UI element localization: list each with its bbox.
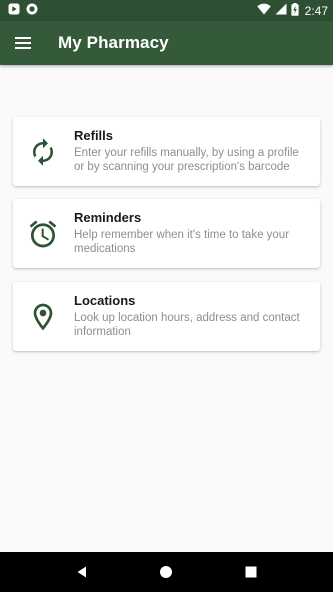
- locations-card[interactable]: Locations Look up location hours, addres…: [13, 282, 320, 351]
- page-title: My Pharmacy: [58, 33, 169, 52]
- reminders-card-description: Help remember when it's time to take you…: [74, 229, 290, 255]
- status-system-icons: 2:47: [256, 2, 328, 19]
- battery-charging-icon: [291, 2, 299, 19]
- status-notifications: [8, 3, 38, 18]
- status-bar: 2:47: [0, 0, 333, 21]
- location-pin-icon: [27, 301, 59, 333]
- refills-card-title: Refills: [74, 128, 114, 143]
- circle-notification-icon: [26, 3, 38, 18]
- recents-icon: [245, 566, 257, 578]
- status-time: 2:47: [304, 3, 328, 18]
- cell-signal-icon: [275, 3, 287, 18]
- home-icon: [160, 566, 173, 578]
- home-button[interactable]: [150, 556, 182, 588]
- reminders-card-title: Reminders: [74, 210, 142, 225]
- locations-card-title: Locations: [74, 293, 136, 308]
- hamburger-menu-icon: [15, 37, 31, 49]
- back-button[interactable]: [66, 556, 98, 588]
- back-icon: [77, 566, 87, 578]
- alarm-clock-icon: [27, 218, 59, 250]
- system-nav-bar: [0, 552, 333, 592]
- reminders-card[interactable]: Reminders Help remember when it's time t…: [13, 199, 320, 268]
- main-content: Refills Enter your refills manually, by …: [0, 65, 333, 552]
- refills-card[interactable]: Refills Enter your refills manually, by …: [13, 117, 320, 186]
- menu-button[interactable]: [11, 31, 35, 55]
- refresh-icon: [27, 136, 59, 168]
- refills-card-description: Enter your refills manually, by using a …: [74, 147, 299, 173]
- locations-card-description: Look up location hours, address and cont…: [74, 312, 300, 338]
- recents-button[interactable]: [235, 556, 267, 588]
- app-bar: My Pharmacy: [0, 21, 333, 65]
- wifi-icon: [256, 3, 271, 18]
- play-store-notification-icon: [8, 3, 20, 18]
